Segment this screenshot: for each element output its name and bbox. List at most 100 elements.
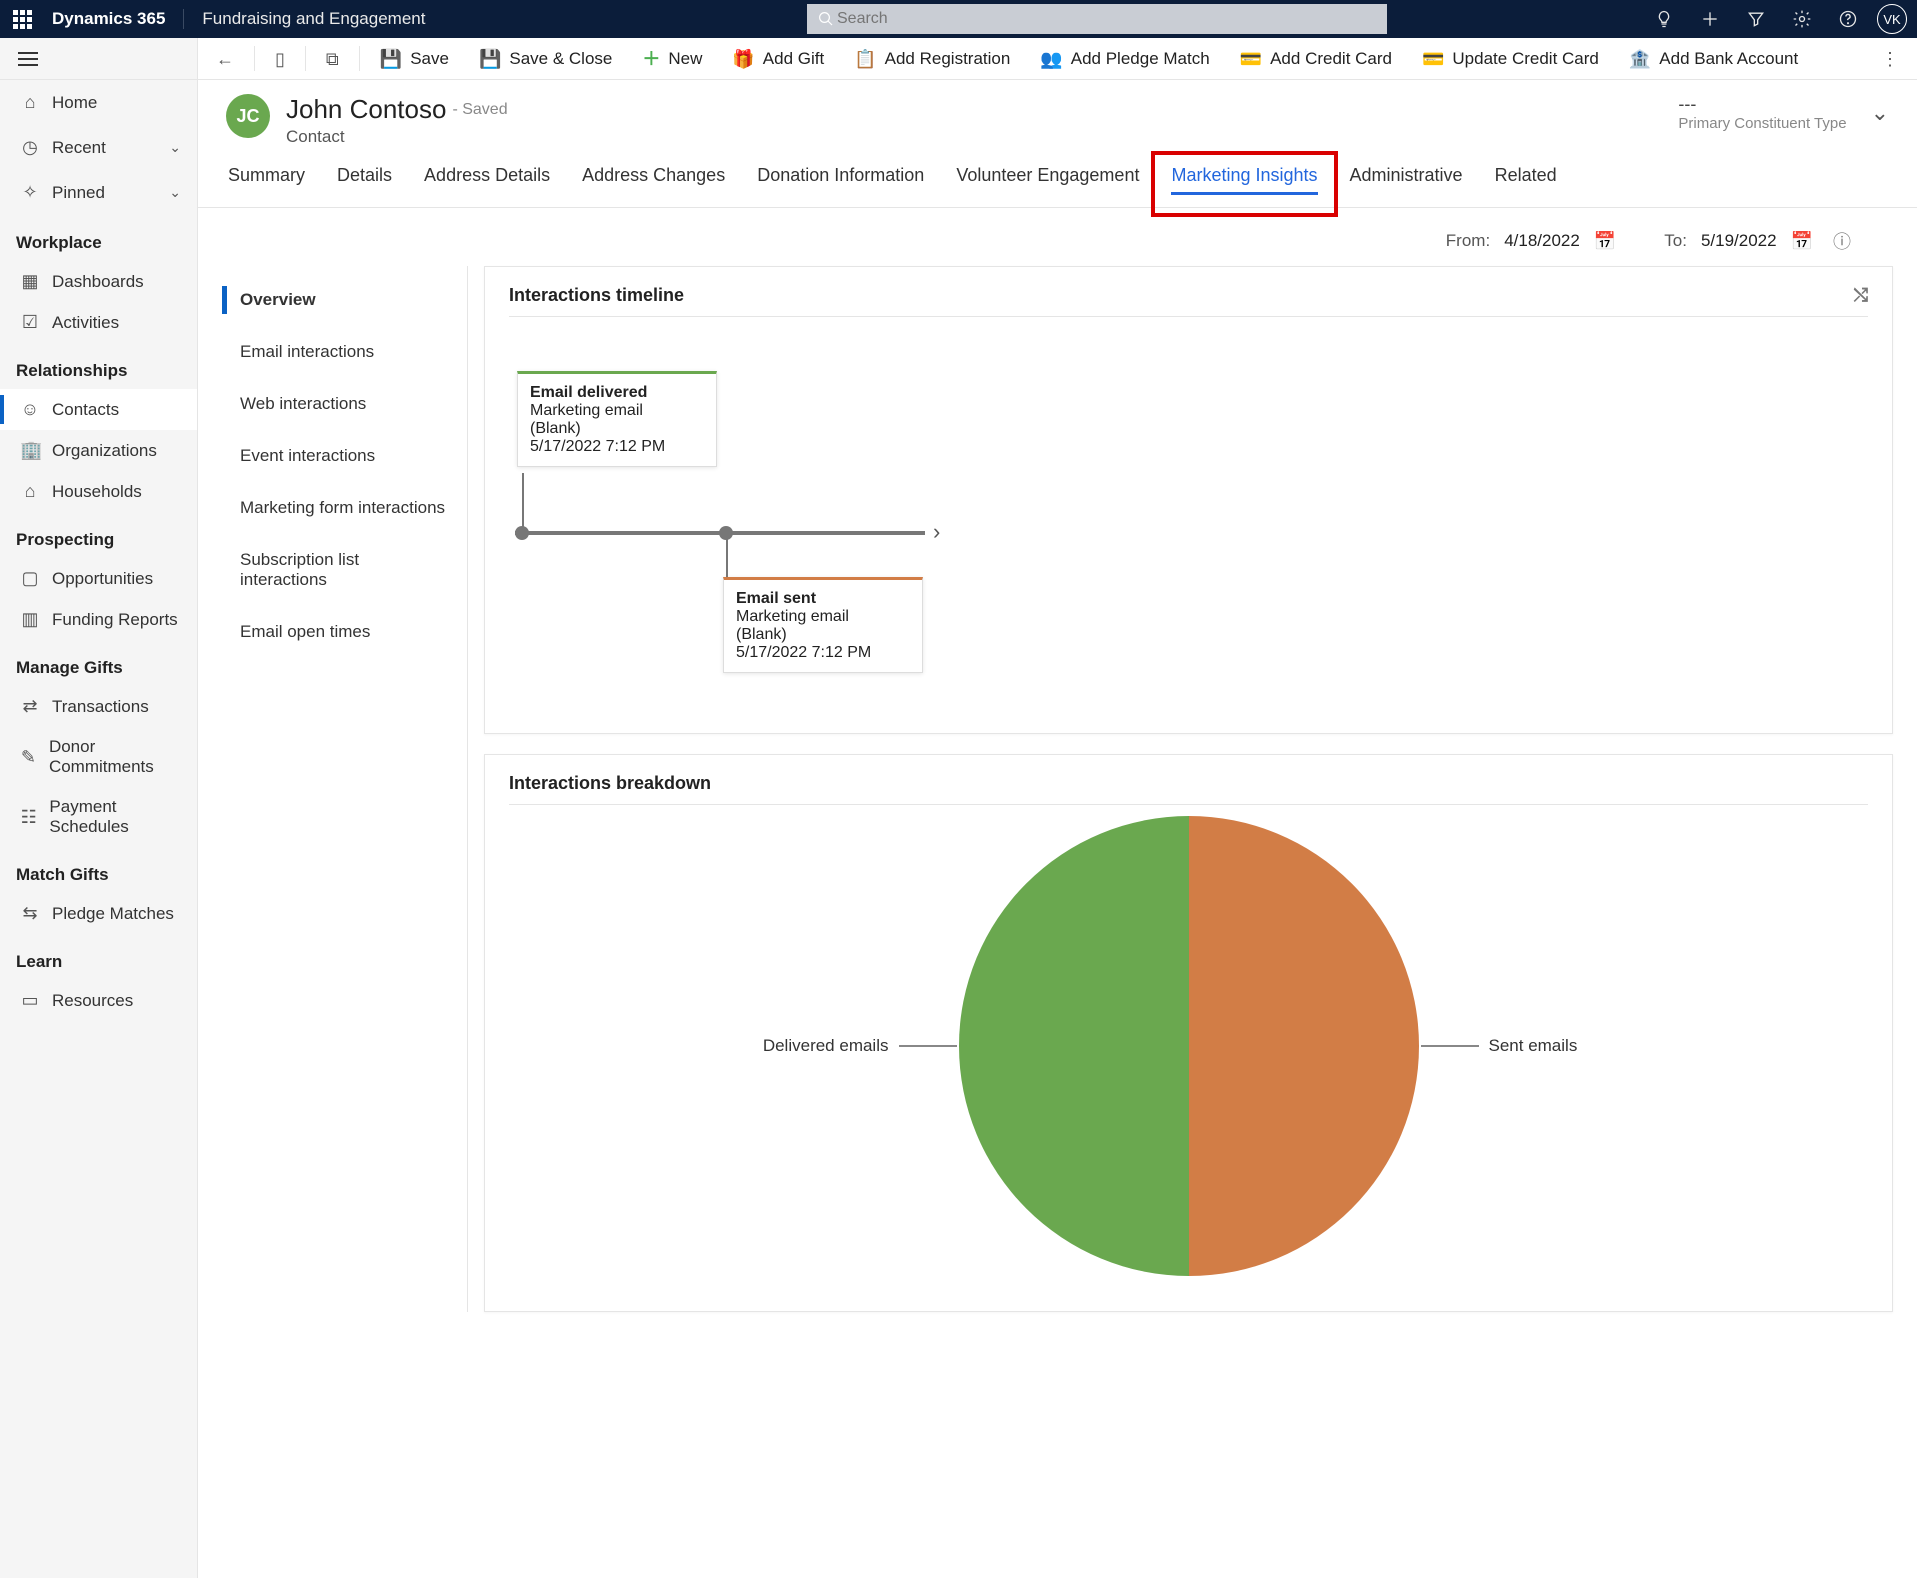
brand-label: Dynamics 365	[52, 9, 184, 29]
gear-icon[interactable]	[1785, 2, 1819, 36]
insights-nav-email[interactable]: Email interactions	[222, 326, 467, 378]
tab-administrative[interactable]: Administrative	[1348, 165, 1465, 207]
cmd-label: Add Registration	[885, 49, 1011, 69]
record-header: JC John Contoso - Saved Contact --- Prim…	[198, 80, 1917, 147]
dashboard-icon: ▦	[20, 271, 40, 292]
filter-icon[interactable]	[1739, 2, 1773, 36]
record-avatar: JC	[226, 94, 270, 138]
sidebar-item-households[interactable]: ⌂Households	[0, 471, 197, 512]
insights-nav-open-times[interactable]: Email open times	[222, 606, 467, 658]
add-bank-account-button[interactable]: 🏦Add Bank Account	[1615, 38, 1812, 79]
add-gift-button[interactable]: 🎁Add Gift	[718, 38, 838, 79]
save-close-button[interactable]: 💾Save & Close	[465, 38, 626, 79]
tab-related[interactable]: Related	[1493, 165, 1559, 207]
sidebar: ⌂Home ◷Recent⌄ ✧Pinned⌄ Workplace ▦Dashb…	[0, 38, 198, 1578]
tab-summary[interactable]: Summary	[226, 165, 307, 207]
cmd-label: Add Bank Account	[1659, 49, 1798, 69]
add-credit-card-button[interactable]: 💳Add Credit Card	[1226, 38, 1406, 79]
timeline-event-delivered[interactable]: Email delivered Marketing email (Blank) …	[517, 371, 717, 467]
overflow-menu-button[interactable]: ⋮	[1867, 38, 1913, 79]
popout-button[interactable]: ⧉	[312, 38, 353, 79]
help-icon[interactable]	[1831, 2, 1865, 36]
sidebar-item-recent[interactable]: ◷Recent⌄	[0, 125, 197, 170]
sidebar-group-title: Relationships	[0, 343, 197, 389]
insights-nav-web[interactable]: Web interactions	[222, 378, 467, 430]
update-credit-card-button[interactable]: 💳Update Credit Card	[1408, 38, 1613, 79]
back-button[interactable]: ←	[202, 38, 248, 79]
info-icon[interactable]: ⓘ	[1833, 228, 1851, 254]
leader-line	[899, 1045, 957, 1047]
sidebar-item-resources[interactable]: ▭Resources	[0, 980, 197, 1021]
shuffle-icon[interactable]: ⤭	[1854, 285, 1868, 306]
pie-label-text: Sent emails	[1489, 1036, 1578, 1056]
cmd-label: Add Pledge Match	[1071, 49, 1210, 69]
sidebar-item-transactions[interactable]: ⇄Transactions	[0, 686, 197, 727]
tab-details[interactable]: Details	[335, 165, 394, 207]
date-from-value[interactable]: 4/18/2022	[1504, 231, 1580, 251]
date-to-value[interactable]: 5/19/2022	[1701, 231, 1777, 251]
sidebar-item-donor-commitments[interactable]: ✎Donor Commitments	[0, 727, 197, 787]
insights-nav-event[interactable]: Event interactions	[222, 430, 467, 482]
add-pledge-match-button[interactable]: 👥Add Pledge Match	[1026, 38, 1223, 79]
timeline-event-line2: (Blank)	[736, 626, 910, 644]
sidebar-item-dashboards[interactable]: ▦ Dashboards	[0, 261, 197, 302]
tab-address-details[interactable]: Address Details	[422, 165, 552, 207]
sidebar-item-activities[interactable]: ☑Activities	[0, 302, 197, 343]
cmd-label: New	[668, 49, 702, 69]
tab-donation-information[interactable]: Donation Information	[755, 165, 926, 207]
calendar-icon[interactable]: 📅	[1791, 231, 1813, 252]
report-icon: ▥	[20, 609, 40, 630]
insights-nav-form[interactable]: Marketing form interactions	[222, 482, 467, 534]
sidebar-item-pledge-matches[interactable]: ⇆Pledge Matches	[0, 893, 197, 934]
timeline-next-button[interactable]: ›	[933, 519, 940, 545]
lightbulb-icon[interactable]	[1647, 2, 1681, 36]
sidebar-item-label: Payment Schedules	[49, 797, 181, 837]
cmd-label: Save & Close	[509, 49, 612, 69]
new-button[interactable]: ＋New	[628, 38, 716, 79]
open-record-set-button[interactable]: ▯	[261, 38, 299, 79]
timeline-event-when: 5/17/2022 7:12 PM	[530, 438, 704, 456]
header-field-label: Primary Constituent Type	[1678, 115, 1846, 132]
sidebar-item-home[interactable]: ⌂Home	[0, 80, 197, 125]
insights-nav-subscription[interactable]: Subscription list interactions	[222, 534, 467, 606]
plus-icon[interactable]	[1693, 2, 1727, 36]
sidebar-item-label: Dashboards	[52, 272, 144, 292]
sidebar-item-organizations[interactable]: 🏢Organizations	[0, 430, 197, 471]
sidebar-item-label: Pinned	[52, 183, 105, 203]
activity-icon: ☑	[20, 312, 40, 333]
timeline-connector	[522, 473, 524, 529]
timeline-event-line1: Marketing email	[736, 608, 910, 626]
interactions-timeline-card: Interactions timeline ⤭ Email delivered …	[484, 266, 1893, 734]
breakdown-chart: Delivered emails Sent emails	[509, 811, 1868, 1281]
cmd-label: Add Credit Card	[1270, 49, 1392, 69]
tab-marketing-insights[interactable]: Marketing Insights	[1169, 165, 1319, 207]
sidebar-item-payment-schedules[interactable]: ☷Payment Schedules	[0, 787, 197, 847]
household-icon: ⌂	[20, 481, 40, 502]
sidebar-item-opportunities[interactable]: ▢Opportunities	[0, 558, 197, 599]
clock-icon: ◷	[20, 137, 40, 158]
timeline-event-sent[interactable]: Email sent Marketing email (Blank) 5/17/…	[723, 577, 923, 673]
calendar-icon[interactable]: 📅	[1594, 231, 1616, 252]
tab-volunteer-engagement[interactable]: Volunteer Engagement	[954, 165, 1141, 207]
leader-line	[1421, 1045, 1479, 1047]
chevron-down-icon[interactable]: ⌄	[1871, 100, 1889, 126]
save-button[interactable]: 💾Save	[366, 38, 463, 79]
user-avatar[interactable]: VK	[1877, 4, 1907, 34]
add-registration-button[interactable]: 📋Add Registration	[840, 38, 1024, 79]
sidebar-item-label: Contacts	[52, 400, 119, 420]
insights-nav-overview[interactable]: Overview	[222, 274, 467, 326]
pie-label-delivered: Delivered emails	[763, 1036, 957, 1056]
module-label[interactable]: Fundraising and Engagement	[202, 9, 425, 29]
site-map-toggle[interactable]	[18, 52, 38, 66]
sidebar-item-funding-reports[interactable]: ▥Funding Reports	[0, 599, 197, 640]
sidebar-item-pinned[interactable]: ✧Pinned⌄	[0, 170, 197, 215]
date-to-label: To:	[1664, 231, 1687, 251]
sidebar-item-contacts[interactable]: ☺ Contacts	[0, 389, 197, 430]
app-launcher-icon[interactable]	[10, 7, 34, 31]
search-icon	[817, 10, 835, 28]
search-box[interactable]	[807, 4, 1387, 34]
search-input[interactable]	[835, 9, 1377, 29]
tab-address-changes[interactable]: Address Changes	[580, 165, 727, 207]
sidebar-group-title: Learn	[0, 934, 197, 980]
person-icon: ☺	[20, 399, 40, 420]
